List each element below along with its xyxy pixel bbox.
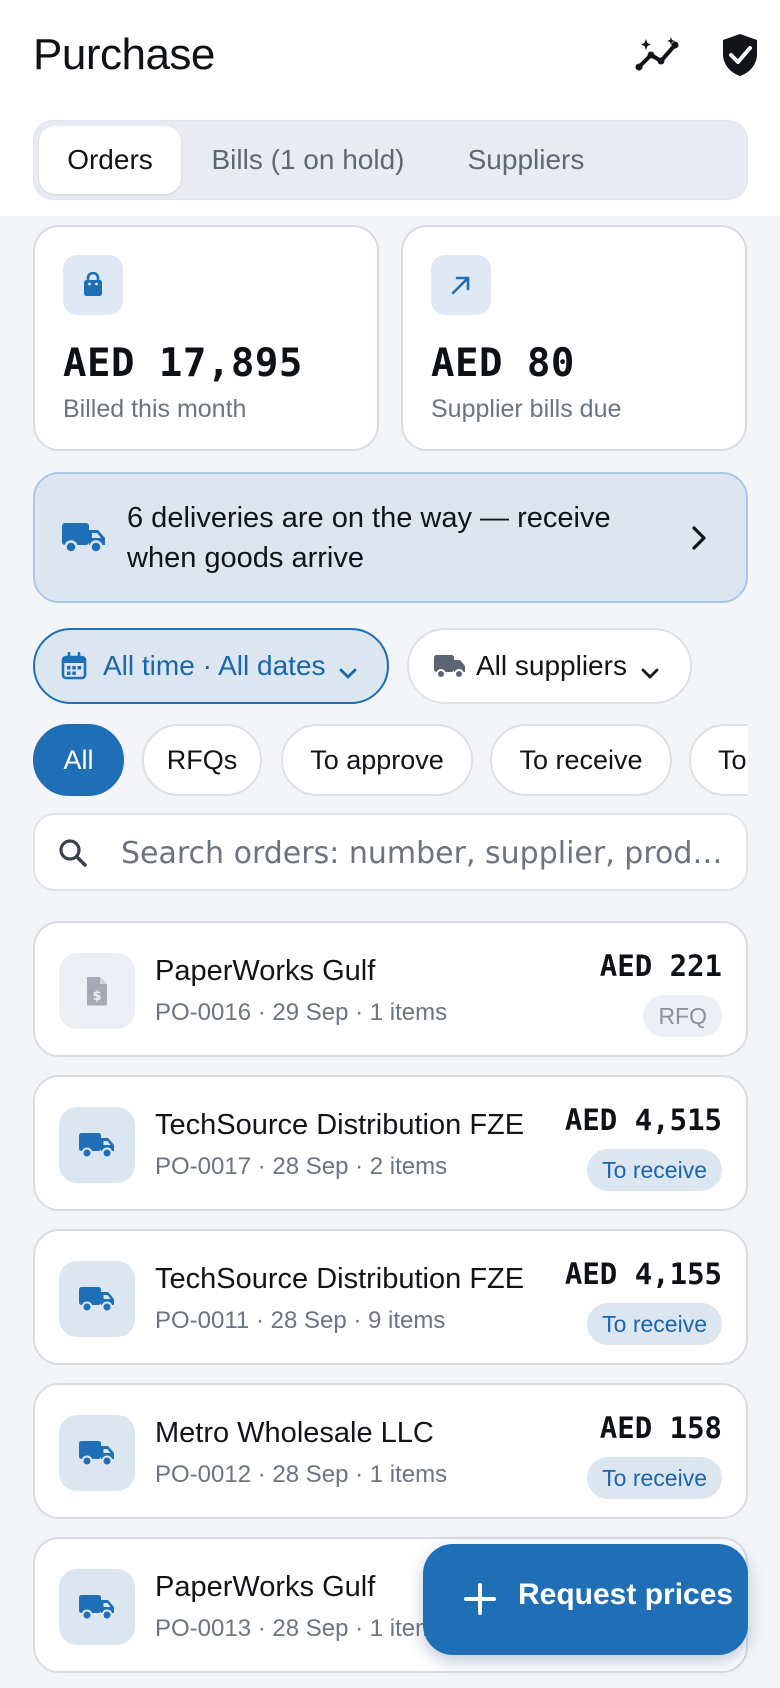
chip-rfqs[interactable]: RFQs <box>142 724 262 796</box>
plus-icon <box>463 1582 497 1621</box>
order-supplier: TechSource Distribution FZE <box>155 1263 525 1295</box>
shopping-bag-icon <box>63 255 123 315</box>
status-chips: All RFQs To approve To receive To <box>0 720 748 802</box>
status-badge: To receive <box>587 1457 722 1499</box>
chevron-right-icon <box>689 524 709 557</box>
search-bar <box>33 813 748 891</box>
order-supplier: PaperWorks Gulf <box>155 955 376 987</box>
deliveries-banner[interactable]: 6 deliveries are on the way — receive wh… <box>33 472 748 603</box>
status-badge: RFQ <box>643 995 722 1037</box>
insights-icon[interactable] <box>634 30 684 80</box>
search-icon <box>57 837 89 874</box>
order-meta: PO-0013 · 28 Sep · 1 items <box>155 1615 448 1642</box>
order-meta: PO-0011 · 28 Sep · 9 items <box>155 1307 446 1334</box>
arrow-up-right-icon <box>431 255 491 315</box>
order-amount: AED 221 <box>599 949 722 983</box>
segmented-tabs: Orders Bills (1 on hold) Suppliers <box>33 120 748 200</box>
truck-icon <box>433 652 467 687</box>
stat-label: Billed this month <box>63 395 247 423</box>
truck-icon <box>59 1261 135 1337</box>
chip-to-approve[interactable]: To approve <box>281 724 473 796</box>
stat-card-bills-due[interactable]: AED 80 Supplier bills due <box>401 225 747 451</box>
order-row[interactable]: TechSource Distribution FZE PO-0011 · 28… <box>33 1229 748 1365</box>
chip-to-pay[interactable]: To <box>689 724 748 796</box>
truck-icon <box>59 1107 135 1183</box>
page-title: Purchase <box>33 30 215 79</box>
shield-check-icon[interactable] <box>715 30 765 80</box>
search-input[interactable] <box>121 827 731 879</box>
request-prices-button[interactable]: Request prices <box>423 1544 748 1655</box>
date-filter[interactable]: All time · All dates <box>33 628 389 704</box>
order-supplier: TechSource Distribution FZE <box>155 1109 525 1141</box>
truck-icon <box>59 1415 135 1491</box>
svg-text:$: $ <box>92 989 101 1004</box>
order-amount: AED 4,155 <box>564 1257 722 1291</box>
stat-value: AED 80 <box>431 341 575 386</box>
date-filter-label: All time · All dates <box>103 650 326 681</box>
chip-to-receive[interactable]: To receive <box>490 724 672 796</box>
truck-icon <box>59 1569 135 1645</box>
chevron-down-icon <box>640 656 660 688</box>
status-badge: To receive <box>587 1303 722 1345</box>
order-meta: PO-0012 · 28 Sep · 1 items <box>155 1461 448 1488</box>
calendar-icon <box>61 651 87 687</box>
truck-icon <box>61 519 107 560</box>
stat-label: Supplier bills due <box>431 395 622 423</box>
chip-all[interactable]: All <box>33 724 124 796</box>
invoice-icon: $ <box>59 953 135 1029</box>
order-row[interactable]: TechSource Distribution FZE PO-0017 · 28… <box>33 1075 748 1211</box>
supplier-filter-label: All suppliers <box>476 650 627 681</box>
tab-bills[interactable]: Bills (1 on hold) <box>192 126 424 194</box>
chevron-down-icon <box>338 656 358 688</box>
tab-orders[interactable]: Orders <box>39 126 181 194</box>
order-supplier: Metro Wholesale LLC <box>155 1417 434 1449</box>
order-row[interactable]: $ PaperWorks Gulf PO-0016 · 29 Sep · 1 i… <box>33 921 748 1057</box>
stat-card-billed[interactable]: AED 17,895 Billed this month <box>33 225 379 451</box>
order-meta: PO-0016 · 29 Sep · 1 items <box>155 999 448 1026</box>
status-badge: To receive <box>587 1149 722 1191</box>
order-supplier: PaperWorks Gulf <box>155 1571 376 1603</box>
order-row[interactable]: Metro Wholesale LLC PO-0012 · 28 Sep · 1… <box>33 1383 748 1519</box>
order-amount: AED 4,515 <box>564 1103 722 1137</box>
stat-value: AED 17,895 <box>63 341 303 386</box>
app-header: Purchase Orders Bills (1 on hold) Suppli… <box>0 0 780 216</box>
tab-suppliers[interactable]: Suppliers <box>436 126 616 194</box>
request-prices-label: Request prices <box>518 1578 734 1611</box>
supplier-filter[interactable]: All suppliers <box>407 628 692 704</box>
order-meta: PO-0017 · 28 Sep · 2 items <box>155 1153 448 1180</box>
order-amount: AED 158 <box>599 1411 722 1445</box>
banner-text: 6 deliveries are on the way — receive wh… <box>127 502 611 574</box>
